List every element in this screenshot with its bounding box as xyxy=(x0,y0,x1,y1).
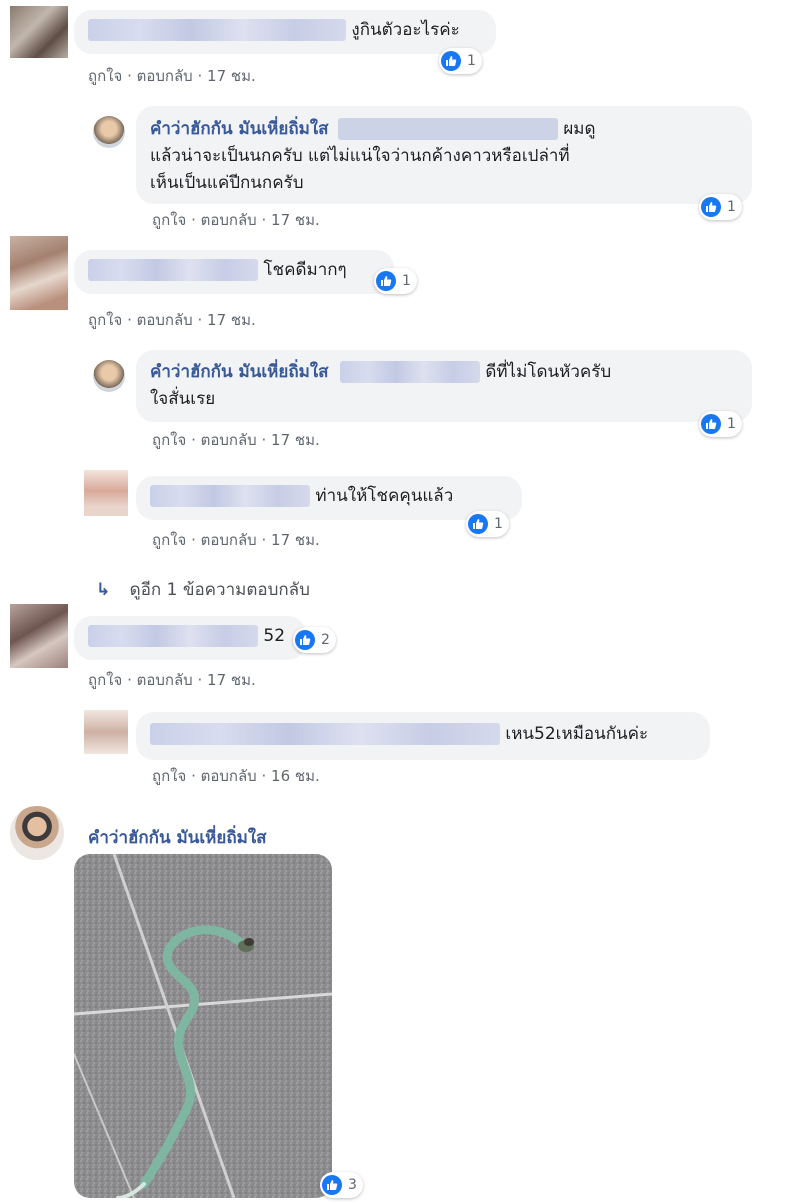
comment-meta: ถูกใจ · ตอบกลับ · 17 ชม. xyxy=(88,64,256,88)
redacted-name xyxy=(150,485,310,507)
like-icon xyxy=(441,51,461,71)
timestamp[interactable]: 17 ชม. xyxy=(271,208,320,232)
author-name[interactable]: คำว่าฮักกัน มันเหี่ยถิ่มใส xyxy=(150,362,329,382)
like-icon xyxy=(701,197,721,217)
avatar[interactable] xyxy=(84,470,128,516)
reaction-count[interactable]: 3 xyxy=(320,1172,363,1198)
comment-text-line1: ดีที่ไม่โดนหัวครับ xyxy=(485,362,612,382)
redacted-name xyxy=(88,625,258,647)
redacted-name xyxy=(88,19,346,41)
avatar[interactable] xyxy=(10,604,68,668)
comment-text-line2: แล้วน่าจะเป็นนกครับ แต่ไม่แน่ใจว่านกค้าง… xyxy=(150,146,570,166)
redacted-name xyxy=(88,259,258,281)
reply-link[interactable]: ตอบกลับ xyxy=(137,668,193,692)
comment-text: โชคดีมากๆ xyxy=(263,260,347,280)
comment-bubble: โชคดีมากๆ xyxy=(74,250,394,294)
timestamp[interactable]: 17 ชม. xyxy=(207,64,256,88)
snake-photo-image xyxy=(74,854,332,1198)
comment-bubble: งูกินตัวอะไรค่ะ xyxy=(74,10,496,54)
comment-text: ท่านให้โชคคุนแล้ว xyxy=(315,486,454,506)
comment-meta: ถูกใจ · ตอบกลับ · 16 ชม. xyxy=(152,764,320,788)
reply-link[interactable]: ตอบกลับ xyxy=(201,528,257,552)
reaction-count[interactable]: 1 xyxy=(699,411,742,437)
like-icon xyxy=(295,630,315,650)
comment-bubble: 52 xyxy=(74,616,306,660)
comment-bubble: เหน52เหมือนกันค่ะ xyxy=(136,712,710,760)
like-link[interactable]: ถูกใจ xyxy=(152,428,186,452)
timestamp[interactable]: 17 ชม. xyxy=(207,308,256,332)
redacted-tag xyxy=(337,118,558,140)
like-link[interactable]: ถูกใจ xyxy=(152,764,186,788)
reply-link[interactable]: ตอบกลับ xyxy=(201,764,257,788)
redacted-tag xyxy=(339,361,480,383)
avatar[interactable] xyxy=(10,236,68,310)
avatar[interactable] xyxy=(10,6,68,58)
comment-bubble: คำว่าฮักกัน มันเหี่ยถิ่มใส ดีที่ไม่โดนหั… xyxy=(136,350,752,422)
comment-text: 52 xyxy=(263,626,286,646)
comment-text-line1: ผมดู xyxy=(563,119,596,139)
view-more-label[interactable]: ดูอีก 1 ข้อความตอบกลับ xyxy=(130,580,310,600)
comment-text: เหน52เหมือนกันค่ะ xyxy=(505,724,649,744)
reaction-count[interactable]: 1 xyxy=(374,268,417,294)
reply-link[interactable]: ตอบกลับ xyxy=(137,64,193,88)
avatar[interactable] xyxy=(10,806,64,860)
reaction-count[interactable]: 1 xyxy=(699,194,742,220)
like-link[interactable]: ถูกใจ xyxy=(152,528,186,552)
author-name[interactable]: คำว่าฮักกัน มันเหี่ยถิ่มใส xyxy=(88,824,267,851)
timestamp[interactable]: 17 ชม. xyxy=(271,428,320,452)
author-name[interactable]: คำว่าฮักกัน มันเหี่ยถิ่มใส xyxy=(150,119,329,139)
reply-link[interactable]: ตอบกลับ xyxy=(201,428,257,452)
timestamp[interactable]: 17 ชม. xyxy=(207,668,256,692)
redacted-name xyxy=(150,723,500,745)
like-icon xyxy=(376,271,396,291)
reaction-count[interactable]: 1 xyxy=(466,511,509,537)
like-link[interactable]: ถูกใจ xyxy=(152,208,186,232)
comment-text-line2: ใจสั่นเรย xyxy=(150,389,216,409)
comment-text: งูกินตัวอะไรค่ะ xyxy=(351,20,460,40)
comment-meta: ถูกใจ · ตอบกลับ · 17 ชม. xyxy=(152,208,320,232)
reply-arrow-icon: ↳ xyxy=(96,580,111,600)
view-more-replies[interactable]: ↳ ดูอีก 1 ข้อความตอบกลับ xyxy=(96,576,310,603)
comment-meta: ถูกใจ · ตอบกลับ · 17 ชม. xyxy=(152,528,320,552)
comment-meta: ถูกใจ · ตอบกลับ · 17 ชม. xyxy=(88,668,256,692)
reply-link[interactable]: ตอบกลับ xyxy=(137,308,193,332)
reaction-count[interactable]: 2 xyxy=(293,627,336,653)
comment-bubble: ท่านให้โชคคุนแล้ว xyxy=(136,476,522,520)
comment-text-line3: เห็นเป็นแค่ปีกนกครับ xyxy=(150,173,304,193)
snake-photo[interactable] xyxy=(74,854,332,1198)
avatar[interactable] xyxy=(84,710,128,754)
like-icon xyxy=(701,414,721,434)
like-link[interactable]: ถูกใจ xyxy=(88,308,122,332)
timestamp[interactable]: 17 ชม. xyxy=(271,528,320,552)
like-icon xyxy=(322,1175,342,1195)
like-link[interactable]: ถูกใจ xyxy=(88,668,122,692)
reply-link[interactable]: ตอบกลับ xyxy=(201,208,257,232)
like-icon xyxy=(468,514,488,534)
like-link[interactable]: ถูกใจ xyxy=(88,64,122,88)
avatar[interactable] xyxy=(93,116,125,148)
comment-meta: ถูกใจ · ตอบกลับ · 17 ชม. xyxy=(88,308,256,332)
reaction-count[interactable]: 1 xyxy=(439,48,482,74)
comment-meta: ถูกใจ · ตอบกลับ · 17 ชม. xyxy=(152,428,320,452)
comment-bubble: คำว่าฮักกัน มันเหี่ยถิ่มใส ผมดู แล้วน่าจ… xyxy=(136,106,752,204)
timestamp[interactable]: 16 ชม. xyxy=(271,764,320,788)
avatar[interactable] xyxy=(93,360,125,392)
